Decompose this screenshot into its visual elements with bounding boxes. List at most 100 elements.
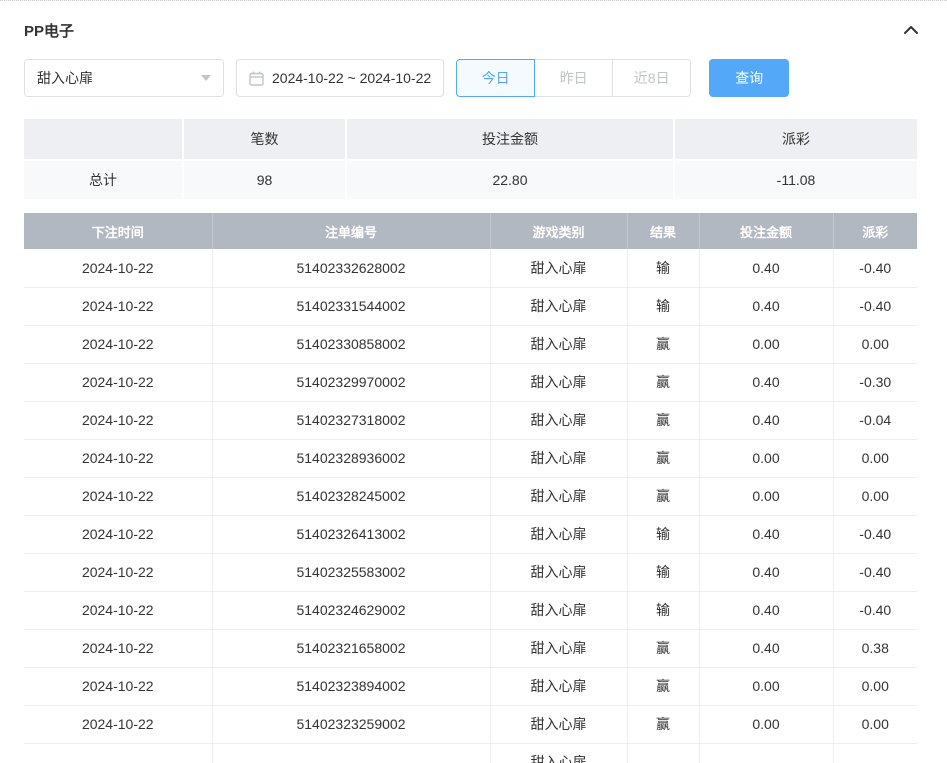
cell-bet-amount: 0.00 [699, 667, 833, 705]
cell-bet-amount: 0.40 [699, 629, 833, 667]
cell-game-category: 甜入心扉 [490, 249, 627, 287]
cell-bet-amount: 0.00 [699, 477, 833, 515]
cell-result: 赢 [627, 477, 699, 515]
bets-col-header-0: 下注时间 [24, 213, 212, 249]
cell-game-category: 甜入心扉 [490, 743, 627, 763]
table-row: 2024-10-2251402327318002甜入心扉赢0.40-0.04 [24, 401, 917, 439]
cell-order-number: 51402323259002 [212, 705, 490, 743]
cell-result: 赢 [627, 439, 699, 477]
quick-filter-button-0[interactable]: 今日 [456, 59, 535, 97]
records-panel: PP电子 甜入心扉 2024-10-22 ~ 2024-10-22 今日昨日近8… [0, 0, 947, 763]
cell-result: 输 [627, 515, 699, 553]
cell-result: 赢 [627, 629, 699, 667]
cell-bet-amount: 0.40 [699, 287, 833, 325]
cell-payout: -0.30 [833, 363, 917, 401]
summary-col-header-3: 派彩 [675, 119, 917, 159]
cell-bet-time: 2024-10-22 [24, 705, 212, 743]
cell-bet-time: 2024-10-22 [24, 477, 212, 515]
cell-payout: 0.00 [833, 325, 917, 363]
cell-bet-time: 2024-10-22 [24, 439, 212, 477]
table-row: 甜入心扉 [24, 743, 917, 763]
bets-col-header-2: 游戏类别 [490, 213, 627, 249]
table-row: 2024-10-2251402324629002甜入心扉输0.40-0.40 [24, 591, 917, 629]
cell-bet-time: 2024-10-22 [24, 667, 212, 705]
page-title: PP电子 [24, 20, 74, 41]
cell-game-category: 甜入心扉 [490, 515, 627, 553]
cell-order-number: 51402332628002 [212, 249, 490, 287]
cell-result: 赢 [627, 667, 699, 705]
cell-game-category: 甜入心扉 [490, 553, 627, 591]
cell-bet-amount: 0.40 [699, 591, 833, 629]
cell-result: 输 [627, 249, 699, 287]
summary-col-header-1: 笔数 [184, 119, 347, 159]
quick-filter-group: 今日昨日近8日 [456, 59, 691, 97]
cell-bet-amount: 0.40 [699, 401, 833, 439]
bets-col-header-1: 注单编号 [212, 213, 490, 249]
game-select-value: 甜入心扉 [37, 68, 93, 88]
cell-order-number: 51402321658002 [212, 629, 490, 667]
date-range-value: 2024-10-22 ~ 2024-10-22 [272, 70, 431, 86]
cell-order-number: 51402324629002 [212, 591, 490, 629]
bets-body: 2024-10-2251402332628002甜入心扉输0.40-0.4020… [24, 249, 917, 763]
cell-order-number: 51402325583002 [212, 553, 490, 591]
quick-filter-button-2[interactable]: 近8日 [612, 59, 691, 97]
table-row: 2024-10-2251402328245002甜入心扉赢0.000.00 [24, 477, 917, 515]
cell-payout: -0.40 [833, 249, 917, 287]
cell-order-number: 51402328245002 [212, 477, 490, 515]
quick-filter-button-1[interactable]: 昨日 [534, 59, 613, 97]
cell-bet-amount: 0.40 [699, 515, 833, 553]
cell-game-category: 甜入心扉 [490, 591, 627, 629]
cell-bet-amount: 0.40 [699, 249, 833, 287]
cell-order-number: 51402331544002 [212, 287, 490, 325]
cell-order-number: 51402328936002 [212, 439, 490, 477]
cell-game-category: 甜入心扉 [490, 363, 627, 401]
cell-order-number: 51402330858002 [212, 325, 490, 363]
cell-bet-amount: 0.40 [699, 553, 833, 591]
bets-col-header-3: 结果 [627, 213, 699, 249]
cell-payout: -0.40 [833, 553, 917, 591]
cell-bet-amount: 0.00 [699, 705, 833, 743]
bets-header-row: 下注时间注单编号游戏类别结果投注金额派彩 [24, 213, 917, 249]
summary-col-header-2: 投注金额 [347, 119, 675, 159]
cell-payout: -0.40 [833, 515, 917, 553]
table-row: 2024-10-2251402330858002甜入心扉赢0.000.00 [24, 325, 917, 363]
cell-order-number: 51402323894002 [212, 667, 490, 705]
cell-result: 输 [627, 591, 699, 629]
summary-bet-amount: 22.80 [347, 159, 675, 199]
cell-bet-time: 2024-10-22 [24, 363, 212, 401]
cell-bet-amount [699, 743, 833, 763]
cell-payout [833, 743, 917, 763]
table-row: 2024-10-2251402321658002甜入心扉赢0.400.38 [24, 629, 917, 667]
summary-table: 笔数投注金额派彩 总计 98 22.80 -11.08 [24, 119, 917, 199]
summary-total-label: 总计 [24, 159, 184, 199]
calendar-icon [249, 71, 264, 86]
query-button[interactable]: 查询 [709, 59, 789, 97]
cell-bet-time: 2024-10-22 [24, 515, 212, 553]
collapse-button[interactable] [901, 20, 921, 40]
cell-game-category: 甜入心扉 [490, 287, 627, 325]
date-range-input[interactable]: 2024-10-22 ~ 2024-10-22 [236, 59, 444, 97]
summary-total-row: 总计 98 22.80 -11.08 [24, 159, 917, 199]
cell-result: 赢 [627, 705, 699, 743]
cell-bet-time: 2024-10-22 [24, 287, 212, 325]
table-row: 2024-10-2251402329970002甜入心扉赢0.40-0.30 [24, 363, 917, 401]
cell-order-number: 51402327318002 [212, 401, 490, 439]
game-select[interactable]: 甜入心扉 [24, 59, 224, 97]
table-row: 2024-10-2251402325583002甜入心扉输0.40-0.40 [24, 553, 917, 591]
table-row: 2024-10-2251402332628002甜入心扉输0.40-0.40 [24, 249, 917, 287]
table-row: 2024-10-2251402328936002甜入心扉赢0.000.00 [24, 439, 917, 477]
cell-payout: 0.00 [833, 705, 917, 743]
table-row: 2024-10-2251402331544002甜入心扉输0.40-0.40 [24, 287, 917, 325]
table-row: 2024-10-2251402323894002甜入心扉赢0.000.00 [24, 667, 917, 705]
summary-payout: -11.08 [675, 159, 917, 199]
cell-payout: 0.00 [833, 667, 917, 705]
bets-table: 下注时间注单编号游戏类别结果投注金额派彩 2024-10-22514023326… [24, 213, 917, 763]
cell-result: 赢 [627, 325, 699, 363]
cell-result: 输 [627, 553, 699, 591]
table-row: 2024-10-2251402323259002甜入心扉赢0.000.00 [24, 705, 917, 743]
summary-header-row: 笔数投注金额派彩 [24, 119, 917, 159]
cell-bet-time: 2024-10-22 [24, 325, 212, 363]
cell-bet-time: 2024-10-22 [24, 591, 212, 629]
table-row: 2024-10-2251402326413002甜入心扉输0.40-0.40 [24, 515, 917, 553]
chevron-down-icon [201, 75, 211, 81]
